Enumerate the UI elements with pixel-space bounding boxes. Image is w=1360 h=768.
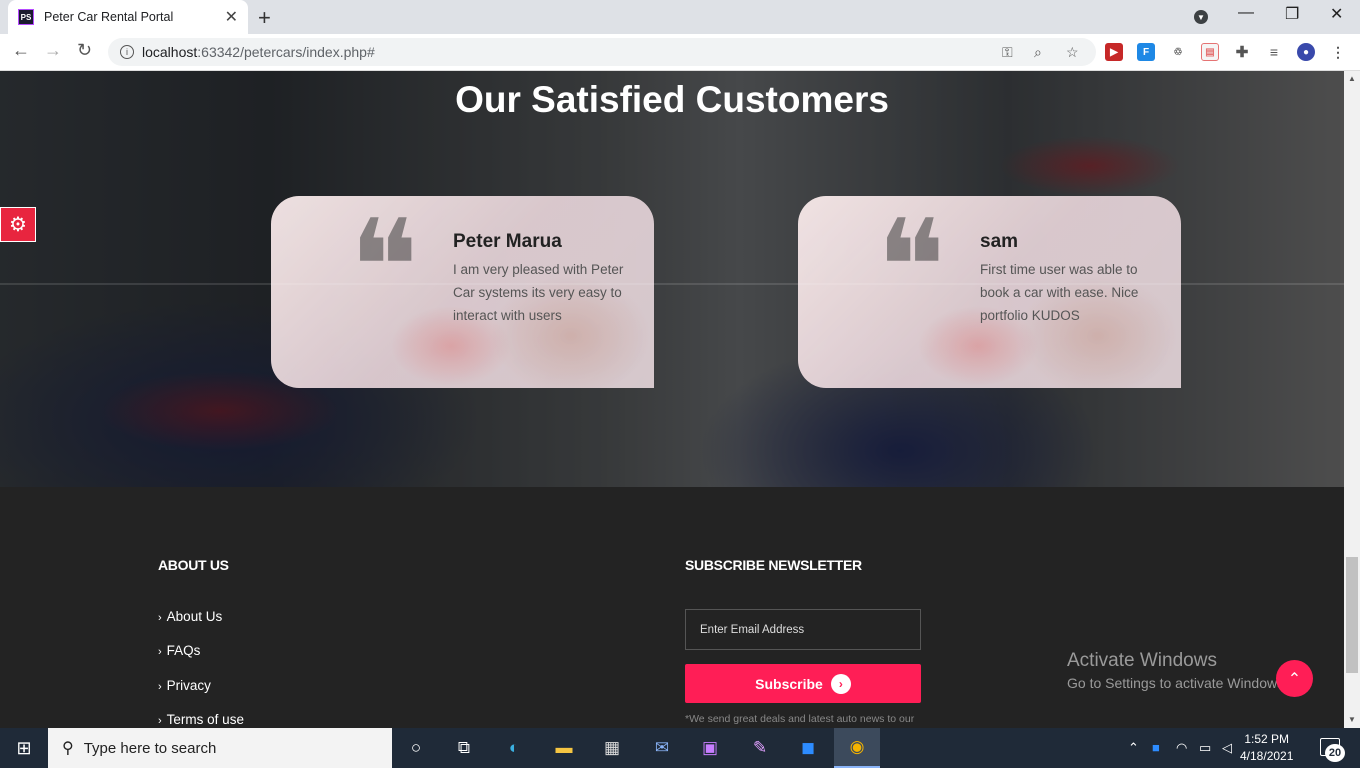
footer-link-faqs[interactable]: › FAQs bbox=[158, 643, 200, 658]
url-text: localhost:63342/petercars/index.php# bbox=[142, 44, 375, 60]
mail-icon[interactable]: ✉ bbox=[650, 736, 674, 760]
key-icon[interactable]: ⚿ bbox=[1002, 44, 1013, 61]
puzzle-extensions-icon[interactable]: ✚ bbox=[1233, 43, 1251, 61]
email-field[interactable]: Enter Email Address bbox=[685, 609, 921, 650]
testimonial-text: First time user was able to book a car w… bbox=[980, 262, 1139, 323]
tab-extension-icon[interactable]: ▤ bbox=[1201, 43, 1219, 61]
file-explorer-icon[interactable]: ▬ bbox=[552, 736, 576, 760]
chrome-icon[interactable]: ◉ bbox=[834, 728, 880, 768]
arrow-right-icon: › bbox=[830, 673, 851, 694]
reload-icon[interactable]: ↻ bbox=[77, 40, 92, 61]
maximize-icon[interactable]: ❐ bbox=[1285, 4, 1299, 24]
cortana-icon[interactable]: ○ bbox=[404, 736, 428, 760]
windows-start-icon[interactable]: ⊞ bbox=[0, 728, 48, 768]
reading-list-icon[interactable]: ≡ bbox=[1265, 43, 1283, 61]
battery-icon[interactable]: ▭ bbox=[1199, 740, 1211, 756]
menu-kebab-icon[interactable]: ⋮ bbox=[1329, 43, 1347, 61]
bookmark-star-icon[interactable]: ☆ bbox=[1066, 44, 1079, 61]
chevron-right-icon: › bbox=[158, 681, 162, 693]
testimonial-card: ❝ Peter Marua I am very pleased with Pet… bbox=[271, 196, 654, 388]
about-heading: ABOUT US bbox=[158, 557, 229, 573]
new-tab-button[interactable]: + bbox=[258, 5, 271, 31]
phpstorm-favicon-icon: PS bbox=[18, 9, 34, 25]
newsletter-note: *We send great deals and latest auto new… bbox=[685, 713, 915, 725]
forward-icon[interactable]: → bbox=[44, 40, 62, 61]
tab-search-icon[interactable]: ▼ bbox=[1194, 10, 1208, 24]
testimonial-card: ❝ sam First time user was able to book a… bbox=[798, 196, 1181, 388]
tray-chevron-up-icon[interactable]: ⌃ bbox=[1128, 740, 1139, 756]
zoom-app-icon[interactable]: ◼ bbox=[796, 736, 820, 760]
minimize-icon[interactable]: — bbox=[1238, 4, 1254, 22]
sync-extension-icon[interactable]: ♲ bbox=[1169, 43, 1187, 61]
back-icon[interactable]: ← bbox=[12, 40, 30, 61]
quote-icon: ❝ bbox=[876, 196, 946, 343]
testimonial-name: sam bbox=[980, 231, 1019, 252]
testimonial-name: Peter Marua bbox=[453, 231, 562, 252]
close-tab-icon[interactable]: ✕ bbox=[225, 7, 238, 27]
search-icon: ⚲ bbox=[62, 740, 74, 757]
scroll-down-icon[interactable]: ▼ bbox=[1348, 715, 1356, 724]
window-close-icon[interactable]: ✕ bbox=[1330, 4, 1343, 24]
wifi-icon[interactable]: ◠ bbox=[1176, 740, 1187, 756]
site-footer: ABOUT US › About Us › FAQs › Privacy › Terms… bbox=[0, 487, 1344, 728]
phpstorm-icon[interactable]: ▣ bbox=[698, 736, 722, 760]
footer-link-terms[interactable]: › Terms of use bbox=[158, 712, 244, 727]
notification-count-badge: 20 bbox=[1325, 744, 1345, 762]
f-extension-icon[interactable]: F bbox=[1137, 43, 1155, 61]
zoom-icon[interactable]: ⌕ bbox=[1034, 44, 1042, 61]
quote-icon: ❝ bbox=[349, 196, 419, 343]
section-title: Our Satisfied Customers bbox=[455, 79, 889, 120]
footer-link-about[interactable]: › About Us bbox=[158, 609, 222, 624]
testimonials-section: Our Satisfied Customers ❝ Peter Marua I … bbox=[0, 71, 1344, 487]
testimonial-text: I am very pleased with Peter Car systems… bbox=[453, 262, 624, 323]
edge-icon[interactable]: ◐ bbox=[502, 736, 526, 760]
browser-toolbar: ← → ↻ i localhost:63342/petercars/index.… bbox=[0, 34, 1360, 71]
store-icon[interactable]: ▦ bbox=[600, 736, 624, 760]
chevron-up-icon: ⌃ bbox=[1287, 670, 1302, 688]
browser-tab-bar: PS Peter Car Rental Portal ✕ + ▼ — ❐ ✕ bbox=[0, 0, 1360, 34]
footer-link-privacy[interactable]: › Privacy bbox=[158, 678, 211, 693]
activate-windows-watermark: Activate Windows Go to Settings to activ… bbox=[1067, 650, 1288, 691]
scrollbar-thumb[interactable] bbox=[1346, 557, 1358, 673]
chevron-right-icon: › bbox=[158, 612, 162, 624]
chevron-right-icon: › bbox=[158, 646, 162, 658]
page-scrollbar[interactable]: ▲ ▼ bbox=[1344, 71, 1360, 728]
browser-tab[interactable]: PS Peter Car Rental Portal ✕ bbox=[8, 0, 248, 34]
tab-title: Peter Car Rental Portal bbox=[44, 10, 174, 24]
scroll-up-icon[interactable]: ▲ bbox=[1348, 74, 1356, 83]
tray-zoom-icon[interactable]: ■ bbox=[1152, 740, 1160, 755]
task-view-icon[interactable]: ⧉ bbox=[452, 736, 476, 760]
pdf-extension-icon[interactable]: ▶ bbox=[1105, 43, 1123, 61]
taskbar-search-input[interactable]: ⚲ Type here to search bbox=[48, 728, 392, 768]
address-bar[interactable]: i localhost:63342/petercars/index.php# ⚿… bbox=[108, 38, 1096, 66]
taskbar-clock[interactable]: 1:52 PM 4/18/2021 bbox=[1240, 731, 1293, 765]
gear-icon: ⚙ bbox=[9, 214, 27, 236]
volume-icon[interactable]: ◁ bbox=[1222, 740, 1232, 756]
subscribe-button[interactable]: Subscribe › bbox=[685, 664, 921, 703]
page-viewport: Our Satisfied Customers ❝ Peter Marua I … bbox=[0, 71, 1344, 728]
profile-avatar[interactable]: ● bbox=[1297, 43, 1315, 61]
settings-gear-button[interactable]: ⚙ bbox=[0, 207, 36, 242]
site-info-icon[interactable]: i bbox=[120, 45, 134, 59]
paint-icon[interactable]: ✎ bbox=[748, 736, 772, 760]
windows-taskbar: ⊞ ⚲ Type here to search ○ ⧉ ◐ ▬ ▦ ✉ ▣ ✎ … bbox=[0, 728, 1360, 768]
newsletter-heading: SUBSCRIBE NEWSLETTER bbox=[685, 557, 862, 573]
chevron-right-icon: › bbox=[158, 715, 162, 727]
scroll-to-top-button[interactable]: ⌃ bbox=[1276, 660, 1313, 697]
